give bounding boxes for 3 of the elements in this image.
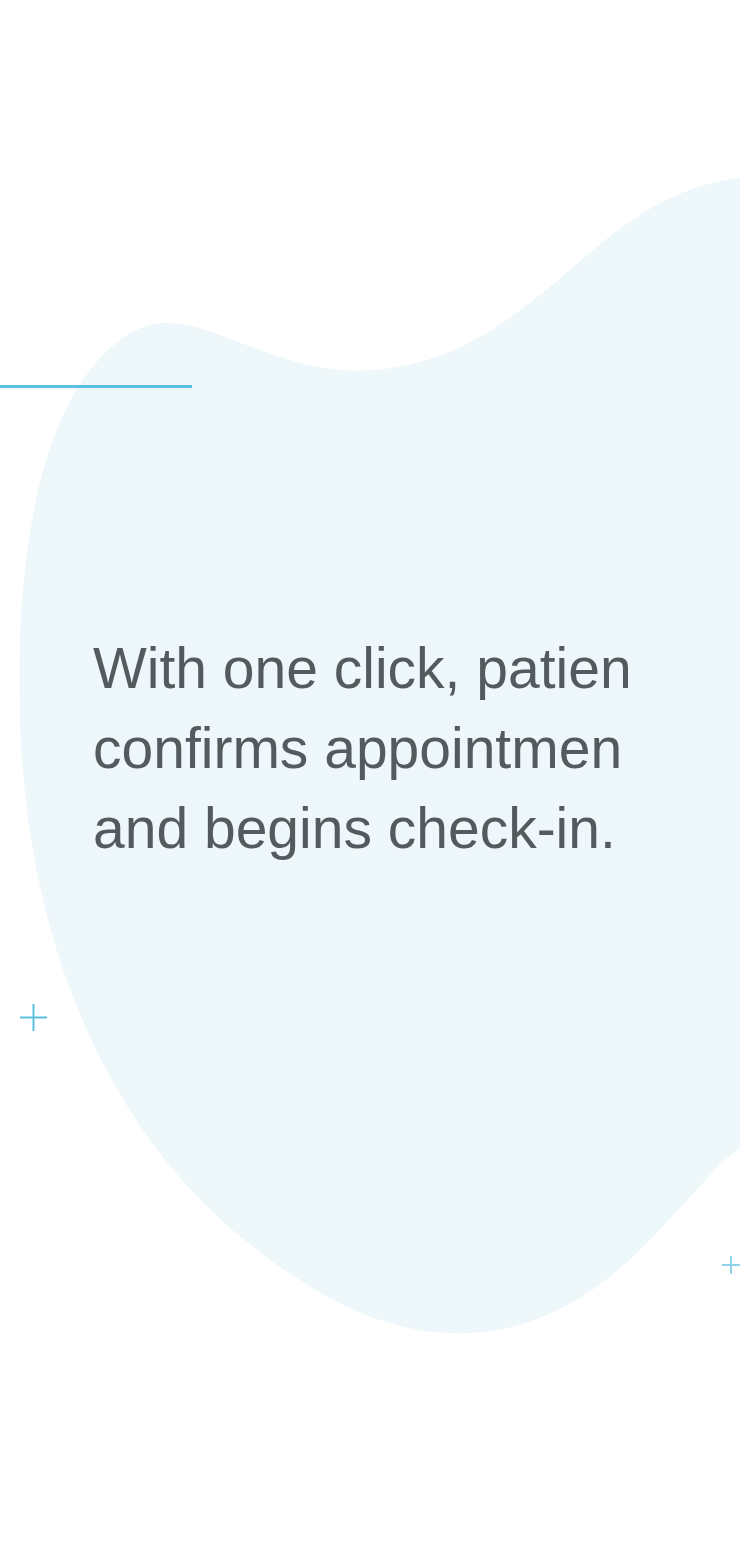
plus-icon bbox=[722, 1256, 740, 1274]
intro-paragraph: With one click, patien confirms appointmen and begins check-in. bbox=[93, 635, 632, 862]
plus-icon bbox=[20, 1004, 47, 1031]
